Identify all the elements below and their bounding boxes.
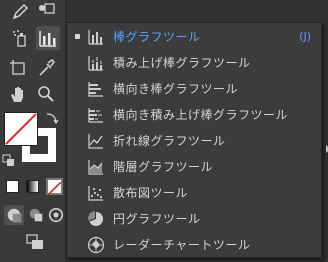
menu-item-stacked-bar-graph[interactable]: 横向き積み上げ棒グラフツール <box>67 102 321 127</box>
menu-item-label: 円グラフツール <box>113 212 201 226</box>
menu-item-label: 横向き棒グラフツール <box>113 82 239 96</box>
pencil-icon <box>12 3 29 20</box>
menu-item-label: レーダーチャートツール <box>113 238 251 252</box>
pie-graph-icon <box>87 210 105 228</box>
graph-tool[interactable] <box>36 26 60 50</box>
swap-arrow-icon <box>46 113 59 125</box>
magnifier-icon <box>38 86 54 102</box>
eyedropper-tool[interactable] <box>34 56 58 80</box>
none-slash-icon <box>47 181 62 196</box>
screen-mode-icon <box>26 234 43 249</box>
symbol-sprayer-tool[interactable] <box>8 26 32 50</box>
draw-behind-icon <box>29 208 43 222</box>
menu-item-area-graph[interactable]: 階層グラフツール <box>67 154 321 179</box>
menu-item-label: 横向き積み上げ棒グラフツール <box>113 108 289 122</box>
hand-icon <box>11 87 23 102</box>
bar-chart-icon <box>39 31 56 47</box>
menu-item-label: 折れ線グラフツール <box>113 134 226 148</box>
area-graph-icon <box>87 158 105 176</box>
menu-item-label: 階層グラフツール <box>113 160 214 174</box>
symbol-sprayer-icon <box>13 30 26 47</box>
tools-panel <box>0 0 66 262</box>
eyedropper-icon <box>39 58 56 76</box>
draw-normal-button[interactable] <box>4 205 24 225</box>
draw-inside-button[interactable] <box>46 205 66 225</box>
color-button[interactable] <box>6 180 19 193</box>
column-graph-icon <box>87 28 105 46</box>
menu-item-scatter-graph[interactable]: 散布図ツール <box>67 180 321 205</box>
menu-item-label: 棒グラフツール <box>113 30 201 44</box>
menu-item-column-graph[interactable]: 棒グラフツール (J) <box>67 24 321 49</box>
shape-builder-icon <box>39 3 55 14</box>
artboard-icon <box>10 60 25 75</box>
pencil-tool[interactable] <box>8 0 32 24</box>
stacked-bar-graph-icon <box>87 106 105 124</box>
line-graph-icon <box>87 132 105 150</box>
menu-item-label: 積み上げ棒グラフツール <box>113 56 251 70</box>
artboard-tool[interactable] <box>6 56 30 80</box>
none-slash-icon <box>5 113 37 145</box>
menu-item-label: 散布図ツール <box>113 186 189 200</box>
shortcut-label: (J) <box>299 30 311 43</box>
none-button[interactable] <box>46 178 63 196</box>
gradient-button[interactable] <box>26 180 39 193</box>
swap-fill-stroke-button[interactable] <box>44 110 60 126</box>
radar-graph-icon <box>87 236 105 254</box>
hand-tool[interactable] <box>6 82 30 106</box>
draw-inside-icon <box>48 207 64 223</box>
menu-item-line-graph[interactable]: 折れ線グラフツール <box>67 128 321 153</box>
menu-item-pie-graph[interactable]: 円グラフツール <box>67 206 321 231</box>
fill-swatch[interactable] <box>4 112 38 146</box>
draw-behind-button[interactable] <box>26 205 46 225</box>
menu-item-bar-graph[interactable]: 横向き棒グラフツール <box>67 76 321 101</box>
graph-tools-flyout: 棒グラフツール (J) 積み上げ棒グラフツール 横向き棒グラフツール 横向き積み… <box>66 22 328 258</box>
stacked-column-graph-icon <box>87 54 105 72</box>
selected-bullet-icon <box>75 34 80 39</box>
shape-builder-tool[interactable] <box>34 0 58 24</box>
draw-normal-icon <box>7 208 22 223</box>
screen-mode-button[interactable] <box>22 230 48 254</box>
menu-item-stacked-column-graph[interactable]: 積み上げ棒グラフツール <box>67 50 321 75</box>
default-fill-stroke-button[interactable] <box>2 154 16 168</box>
zoom-tool[interactable] <box>34 82 58 106</box>
default-colors-icon <box>2 154 14 166</box>
bar-graph-icon <box>87 80 105 98</box>
scatter-graph-icon <box>87 184 105 202</box>
menu-item-radar-graph[interactable]: レーダーチャートツール <box>67 232 321 257</box>
